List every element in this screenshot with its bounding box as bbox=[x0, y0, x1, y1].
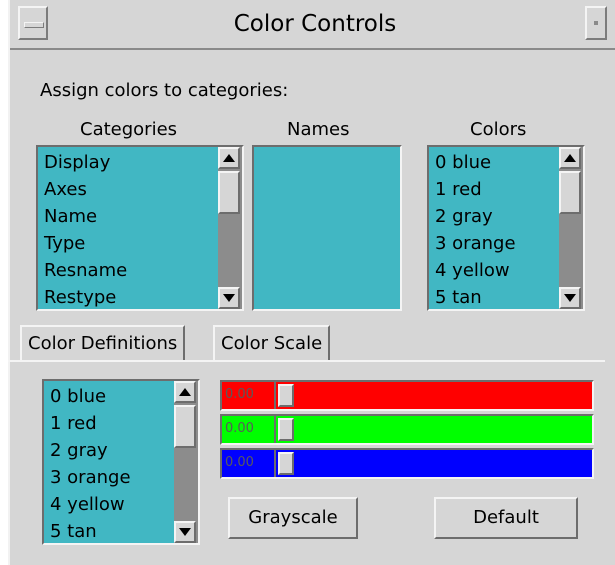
list-item[interactable]: Resname bbox=[44, 257, 127, 284]
categories-header: Categories bbox=[80, 119, 178, 140]
names-list[interactable] bbox=[252, 145, 402, 311]
list-item[interactable]: Type bbox=[44, 230, 127, 257]
scroll-up-button[interactable] bbox=[174, 381, 196, 403]
red-slider-knob[interactable] bbox=[278, 384, 294, 407]
list-item[interactable]: Name bbox=[44, 203, 127, 230]
red-value: 0.00 bbox=[225, 387, 254, 402]
list-item[interactable]: Display bbox=[44, 149, 127, 176]
grayscale-button[interactable]: Grayscale bbox=[228, 497, 358, 539]
blue-value: 0.00 bbox=[225, 455, 254, 470]
definitions-scrollbar[interactable] bbox=[174, 381, 198, 543]
blue-slider-knob[interactable] bbox=[278, 452, 294, 475]
list-item[interactable]: 1 red bbox=[50, 410, 131, 437]
scroll-down-button[interactable] bbox=[174, 521, 196, 543]
slider-divider bbox=[274, 382, 276, 409]
green-slider-knob[interactable] bbox=[278, 418, 294, 441]
list-item[interactable]: 3 orange bbox=[50, 464, 131, 491]
scroll-thumb[interactable] bbox=[559, 171, 581, 214]
list-item[interactable]: 1 red bbox=[435, 176, 516, 203]
list-item[interactable]: Axes bbox=[44, 176, 127, 203]
green-value: 0.00 bbox=[225, 421, 254, 436]
arrow-down-icon bbox=[223, 294, 235, 302]
arrow-up-icon bbox=[223, 154, 235, 162]
scroll-up-button[interactable] bbox=[559, 147, 581, 169]
definitions-list[interactable]: 0 blue 1 red 2 gray 3 orange 4 yellow 5 tan bbox=[42, 379, 200, 545]
assign-label: Assign colors to categories: bbox=[40, 80, 289, 101]
list-item[interactable]: 2 gray bbox=[50, 437, 131, 464]
window-minimize-button[interactable] bbox=[585, 6, 607, 40]
tab-color-scale[interactable]: Color Scale bbox=[213, 325, 331, 361]
list-item[interactable]: 4 yellow bbox=[435, 257, 516, 284]
scroll-thumb[interactable] bbox=[174, 405, 196, 448]
title-bar: Color Controls bbox=[10, 0, 615, 50]
red-slider[interactable]: 0.00 bbox=[220, 380, 594, 411]
list-item[interactable]: 0 blue bbox=[435, 149, 516, 176]
list-item[interactable]: Restype bbox=[44, 284, 127, 309]
blue-slider[interactable]: 0.00 bbox=[220, 448, 594, 479]
list-item[interactable]: 2 gray bbox=[435, 203, 516, 230]
window-menu-button[interactable] bbox=[18, 6, 48, 40]
names-header: Names bbox=[287, 119, 350, 140]
list-item[interactable]: 3 orange bbox=[435, 230, 516, 257]
list-item[interactable]: 5 tan bbox=[435, 284, 516, 309]
window-menu-icon bbox=[24, 22, 44, 28]
categories-list[interactable]: Display Axes Name Type Resname Restype bbox=[36, 145, 244, 311]
arrow-down-icon bbox=[564, 294, 576, 302]
scroll-up-button[interactable] bbox=[218, 147, 240, 169]
list-item[interactable]: 4 yellow bbox=[50, 491, 131, 518]
tab-color-definitions[interactable]: Color Definitions bbox=[20, 325, 186, 361]
scroll-thumb[interactable] bbox=[218, 171, 240, 214]
scroll-down-button[interactable] bbox=[218, 287, 240, 309]
green-slider[interactable]: 0.00 bbox=[220, 414, 594, 445]
list-item[interactable]: 0 blue bbox=[50, 383, 131, 410]
colors-list[interactable]: 0 blue 1 red 2 gray 3 orange 4 yellow 5 tan bbox=[427, 145, 585, 311]
default-button[interactable]: Default bbox=[434, 497, 578, 539]
colors-header: Colors bbox=[470, 119, 527, 140]
window-title: Color Controls bbox=[233, 11, 397, 37]
arrow-up-icon bbox=[179, 388, 191, 396]
minimize-icon bbox=[594, 21, 598, 25]
slider-divider bbox=[274, 416, 276, 443]
categories-scrollbar[interactable] bbox=[218, 147, 242, 309]
colors-scrollbar[interactable] bbox=[559, 147, 583, 309]
list-item[interactable]: 5 tan bbox=[50, 518, 131, 543]
slider-divider bbox=[274, 450, 276, 477]
scroll-down-button[interactable] bbox=[559, 287, 581, 309]
arrow-down-icon bbox=[179, 528, 191, 536]
arrow-up-icon bbox=[564, 154, 576, 162]
